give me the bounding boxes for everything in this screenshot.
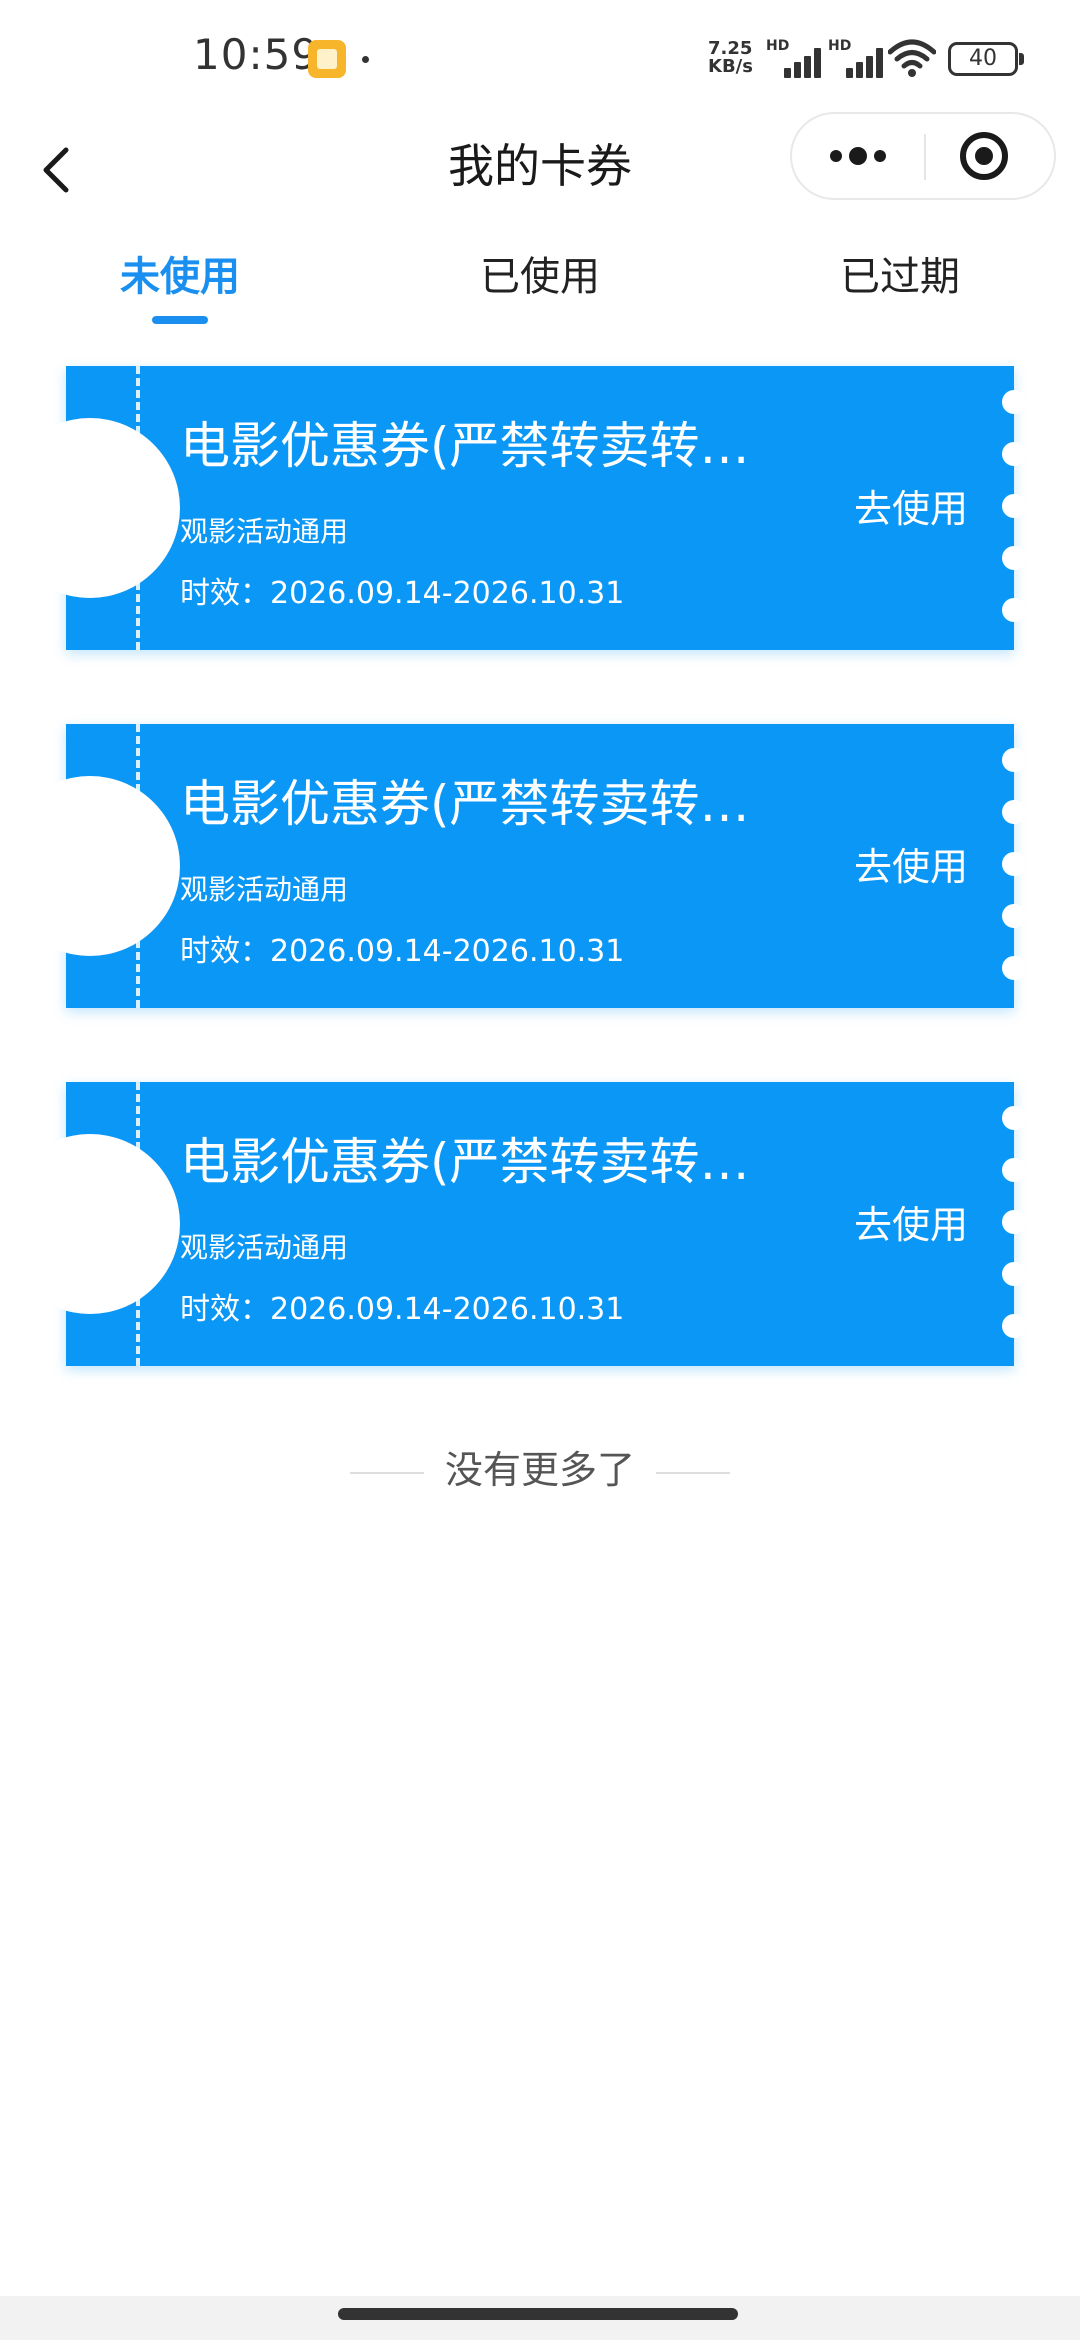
tab-label: 未使用: [120, 254, 240, 300]
tab-unused[interactable]: 未使用: [30, 244, 330, 344]
more-button[interactable]: [792, 114, 924, 198]
coupon-validity: 时效：2026.09.14-2026.10.31: [180, 576, 625, 611]
tab-bar: 未使用 已使用 已过期: [0, 244, 1080, 344]
coupon-title: 电影优惠券(严禁转卖转…: [180, 1133, 750, 1191]
gesture-bar: [0, 2296, 1080, 2340]
mini-program-capsule: [790, 112, 1056, 200]
coupon-edge-teeth: [1002, 1082, 1026, 1366]
coupon-edge-teeth: [1002, 366, 1026, 650]
list-end-indicator: 没有更多了: [0, 1440, 1080, 1500]
network-speed-unit: KB/s: [708, 56, 753, 77]
use-coupon-button[interactable]: 去使用: [836, 1200, 986, 1250]
coupon-perforation: [136, 366, 140, 650]
page-title: 我的卡券: [448, 139, 632, 193]
tab-label: 已使用: [480, 254, 600, 300]
no-more-text: 没有更多了: [444, 1448, 635, 1492]
status-bar: 10:59 7.25 KB/s HD HD 40: [0, 0, 1080, 112]
tab-used[interactable]: 已使用: [390, 244, 690, 344]
back-button[interactable]: [30, 130, 90, 210]
signal-icon: HD: [828, 38, 886, 78]
wifi-icon: [887, 38, 937, 78]
chevron-left-icon: [43, 147, 69, 193]
home-indicator[interactable]: [338, 2308, 738, 2320]
coupon-notch: [0, 776, 180, 956]
sim1-hd-label: HD: [766, 38, 790, 54]
coupon-notch: [0, 1134, 180, 1314]
coupon-title: 电影优惠券(严禁转卖转…: [180, 417, 750, 475]
app-notification-icon: [308, 40, 346, 78]
coupon-perforation: [136, 724, 140, 1008]
nav-bar: 我的卡券: [0, 112, 1080, 244]
coupon-card[interactable]: 电影优惠券(严禁转卖转… 观影活动通用 时效：2026.09.14-2026.1…: [0, 1082, 1026, 1366]
close-button[interactable]: [926, 114, 1054, 198]
coupon-card[interactable]: 电影优惠券(严禁转卖转… 观影活动通用 时效：2026.09.14-2026.1…: [0, 724, 1026, 1008]
tab-expired[interactable]: 已过期: [750, 244, 1050, 344]
coupon-edge-teeth: [1002, 724, 1026, 1008]
tab-label: 已过期: [840, 254, 960, 300]
sim2-hd-label: HD: [828, 38, 852, 54]
more-dots-icon: [830, 147, 886, 165]
divider-line: [350, 1472, 424, 1474]
coupon-title: 电影优惠券(严禁转卖转…: [180, 775, 750, 833]
notification-dot-icon: [362, 56, 369, 63]
status-time: 10:59: [193, 30, 320, 79]
battery-icon: 40: [948, 42, 1024, 76]
coupon-notch: [0, 418, 180, 598]
coupon-subtitle: 观影活动通用: [180, 1231, 349, 1264]
coupon-validity: 时效：2026.09.14-2026.10.31: [180, 934, 625, 969]
coupon-subtitle: 观影活动通用: [180, 873, 349, 906]
use-coupon-button[interactable]: 去使用: [836, 484, 986, 534]
tab-active-indicator: [152, 316, 208, 324]
coupon-card[interactable]: 电影优惠券(严禁转卖转… 观影活动通用 时效：2026.09.14-2026.1…: [0, 366, 1026, 650]
signal-icon: HD: [766, 38, 824, 78]
coupon-validity: 时效：2026.09.14-2026.10.31: [180, 1292, 625, 1327]
coupon-perforation: [136, 1082, 140, 1366]
divider-line: [656, 1472, 730, 1474]
network-speed: 7.25 KB/s: [708, 40, 764, 76]
use-coupon-button[interactable]: 去使用: [836, 842, 986, 892]
target-close-icon: [960, 132, 1008, 180]
coupon-subtitle: 观影活动通用: [180, 515, 349, 548]
